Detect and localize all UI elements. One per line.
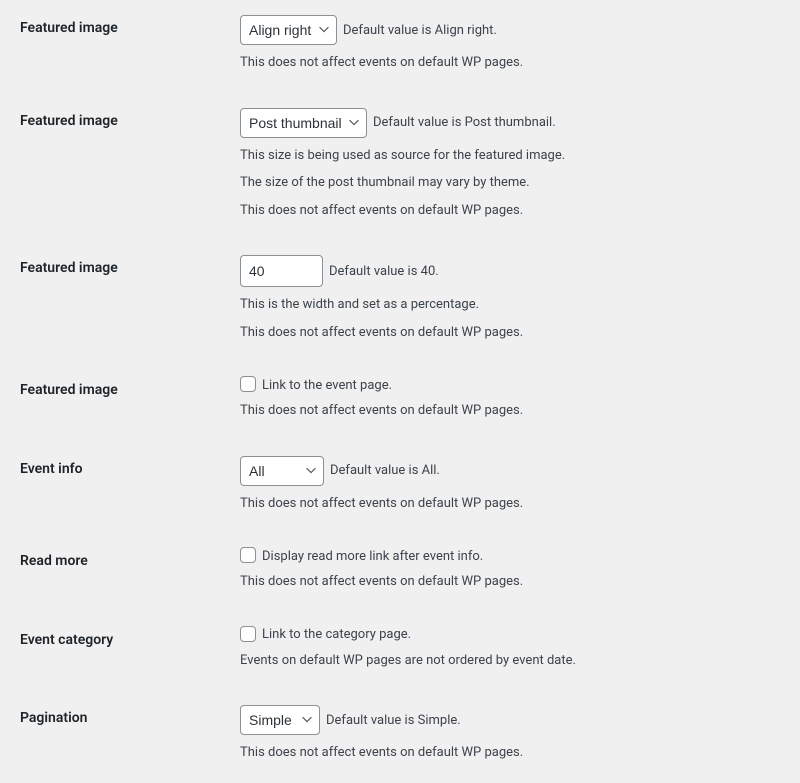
label-read-more: Read more xyxy=(0,533,230,612)
desc-pagination: This does not affect events on default W… xyxy=(240,743,790,763)
checkbox-read-more[interactable] xyxy=(240,547,256,563)
label-event-category: Event category xyxy=(0,612,230,691)
row-read-more: Read more Display read more link after e… xyxy=(0,533,800,612)
desc-featured-image-width-2: This does not affect events on default W… xyxy=(240,323,790,343)
row-featured-image-width: Featured image Default value is 40. This… xyxy=(0,240,800,362)
desc-featured-image-align: This does not affect events on default W… xyxy=(240,53,790,73)
select-featured-image-size[interactable]: Post thumbnail xyxy=(240,108,367,138)
label-featured-image-align: Featured image xyxy=(0,0,230,93)
label-pagination: Pagination xyxy=(0,690,230,783)
checkbox-label-featured-image-link[interactable]: Link to the event page. xyxy=(262,378,392,393)
desc-event-info: This does not affect events on default W… xyxy=(240,494,790,514)
label-featured-image-size: Featured image xyxy=(0,93,230,241)
checkbox-featured-image-link[interactable] xyxy=(240,376,256,392)
desc-featured-image-link: This does not affect events on default W… xyxy=(240,401,790,421)
hint-featured-image-align: Default value is Align right. xyxy=(343,23,497,38)
desc-featured-image-width-1: This is the width and set as a percentag… xyxy=(240,295,790,315)
desc-featured-image-size-3: This does not affect events on default W… xyxy=(240,201,790,221)
hint-event-info: Default value is All. xyxy=(330,463,440,478)
row-event-info: Event info All Default value is All. Thi… xyxy=(0,441,800,534)
select-event-info[interactable]: All xyxy=(240,456,324,486)
settings-form-table: Featured image Align right Default value… xyxy=(0,0,800,783)
desc-featured-image-size-2: The size of the post thumbnail may vary … xyxy=(240,173,790,193)
hint-featured-image-width: Default value is 40. xyxy=(329,264,439,279)
desc-featured-image-size-1: This size is being used as source for th… xyxy=(240,146,790,166)
select-pagination[interactable]: Simple xyxy=(240,705,320,735)
row-event-category: Event category Link to the category page… xyxy=(0,612,800,691)
input-featured-image-width[interactable] xyxy=(240,255,323,287)
row-featured-image-align: Featured image Align right Default value… xyxy=(0,0,800,93)
row-featured-image-size: Featured image Post thumbnail Default va… xyxy=(0,93,800,241)
desc-read-more: This does not affect events on default W… xyxy=(240,572,790,592)
label-event-info: Event info xyxy=(0,441,230,534)
label-featured-image-width: Featured image xyxy=(0,240,230,362)
checkbox-label-event-category[interactable]: Link to the category page. xyxy=(262,627,411,642)
row-featured-image-link: Featured image Link to the event page. T… xyxy=(0,362,800,441)
hint-pagination: Default value is Simple. xyxy=(326,713,461,728)
select-featured-image-align[interactable]: Align right xyxy=(240,15,337,45)
checkbox-label-read-more[interactable]: Display read more link after event info. xyxy=(262,549,483,564)
checkbox-event-category[interactable] xyxy=(240,626,256,642)
row-pagination: Pagination Simple Default value is Simpl… xyxy=(0,690,800,783)
hint-featured-image-size: Default value is Post thumbnail. xyxy=(373,115,556,130)
desc-event-category: Events on default WP pages are not order… xyxy=(240,651,790,671)
label-featured-image-link: Featured image xyxy=(0,362,230,441)
